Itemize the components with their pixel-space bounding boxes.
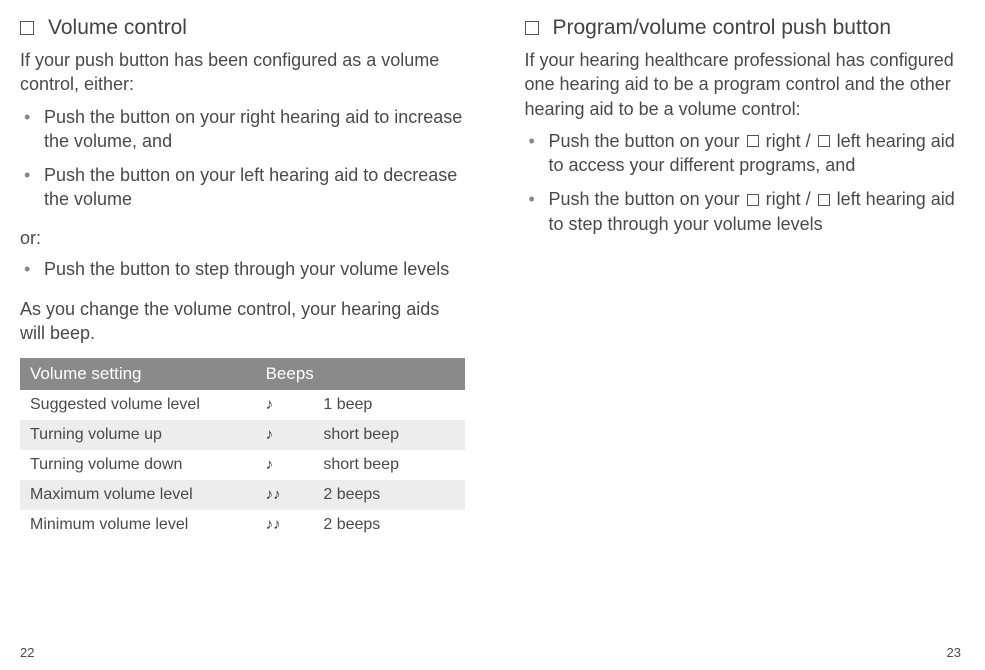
bullet-list-1: Push the button on your right hearing ai… [20,105,465,222]
text-part: Push the button on your [549,131,745,151]
text-part: right / [761,131,816,151]
note-icon: ♪ [256,420,314,449]
checkbox-icon [747,135,759,147]
note-icon: ♪ [256,450,314,479]
table-row: Turning volume up ♪ short beep [20,420,465,450]
table-header: Beeps [256,358,465,390]
checkbox-icon [818,135,830,147]
list-item: Push the button on your right hearing ai… [20,105,465,154]
table-cell: Minimum volume level [20,510,256,540]
intro-paragraph: If your push button has been configured … [20,48,465,97]
page-number: 23 [947,645,961,660]
intro-paragraph: If your hearing healthcare professional … [525,48,962,121]
bullet-list: Push the button on your right / left hea… [525,129,962,246]
note-icon: ♪♪ [256,480,314,509]
checkbox-icon [20,21,34,35]
table-cell: Turning volume up [20,420,256,450]
text-part: right / [761,189,816,209]
list-item: Push the button on your left hearing aid… [20,163,465,212]
table-cell: short beep [313,450,464,480]
table-cell: 2 beeps [313,510,464,540]
table-row: Minimum volume level ♪♪ 2 beeps [20,510,465,540]
text-part: Push the button on your [549,189,745,209]
checkbox-icon [818,194,830,206]
section-heading: Program/volume control push button [553,16,892,40]
table-cell: Maximum volume level [20,480,256,510]
table-row: Maximum volume level ♪♪ 2 beeps [20,480,465,510]
table-cell: Turning volume down [20,450,256,480]
list-item: Push the button on your right / left hea… [525,187,962,236]
table-cell: Suggested volume level [20,390,256,420]
table-row: Turning volume down ♪ short beep [20,450,465,480]
checkbox-icon [747,194,759,206]
table-row: Suggested volume level ♪ 1 beep [20,390,465,420]
list-item: Push the button to step through your vol… [20,257,465,281]
table-cell: short beep [313,420,464,450]
or-text: or: [20,228,465,249]
list-item: Push the button on your right / left hea… [525,129,962,178]
table-cell: 2 beeps [313,480,464,510]
heading-row: Volume control [20,16,465,40]
note-icon: ♪ [256,390,314,419]
table-header-row: Volume setting Beeps [20,358,465,390]
note-icon: ♪♪ [256,510,314,539]
section-heading: Volume control [48,16,187,40]
checkbox-icon [525,21,539,35]
table-cell: 1 beep [313,390,464,420]
outro-paragraph: As you change the volume control, your h… [20,297,465,346]
heading-row: Program/volume control push button [525,16,962,40]
page-number: 22 [20,645,34,660]
table-header: Volume setting [20,358,256,390]
bullet-list-2: Push the button to step through your vol… [20,257,465,291]
right-page: Program/volume control push button If yo… [493,0,985,670]
left-page: Volume control If your push button has b… [0,0,493,670]
volume-table: Volume setting Beeps Suggested volume le… [20,358,465,540]
